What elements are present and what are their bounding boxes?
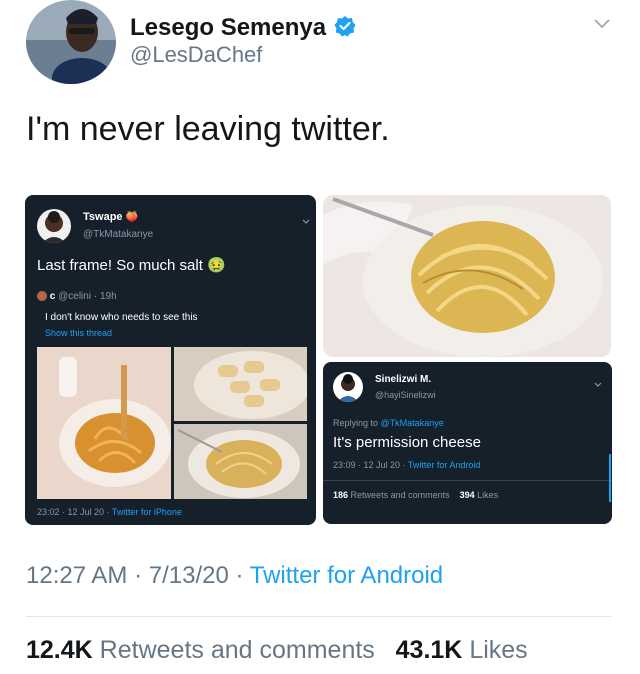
reply-retweets-label[interactable]: Retweets and comments [351,490,450,500]
reply-source[interactable]: Twitter for Android [408,460,481,470]
inner-quote[interactable]: c @celini · 19h [37,291,307,302]
reply-meta: 23:09 · 12 Jul 20 · Twitter for Android [333,460,480,470]
quoted-chevron-icon [301,213,311,231]
retweets-count[interactable]: 12.4K [26,636,93,664]
inner-text: I don't know who needs to see this [45,312,198,323]
reply-chevron-icon [593,376,603,394]
quoted-name-emoji: 🍑 [125,212,139,223]
avatar[interactable] [26,0,116,84]
reply-text: It's permission cheese [333,434,481,451]
quoted-handle: @TkMatakanye [83,229,154,240]
photo-cacio-e-pepe[interactable] [323,195,611,357]
quoted-footer-time: 23:02 · 12 Jul 20 · [37,507,110,517]
quoted-text-row: Last frame! So much salt 🤢 [37,256,226,274]
likes-count[interactable]: 43.1K [396,636,463,664]
replying-to-handle[interactable]: @TkMatakanye [381,418,444,428]
tweet-source[interactable]: Twitter for Android [250,562,443,589]
quoted-name-row: Tswape 🍑 [83,211,138,223]
quoted-text: Last frame! So much salt [37,257,203,274]
quoted-tweet-screenshot-left[interactable]: Tswape 🍑 @TkMatakanye Last frame! So muc… [25,195,316,525]
quoted-tweet-screenshot-right[interactable]: Sinelizwi M. @hayiSinelizwi Replying to … [323,362,612,524]
reply-divider [323,480,612,481]
reply-likes-count: 394 [459,490,475,500]
reply-name: Sinelizwi M. [375,374,432,385]
author-name[interactable]: Lesego Semenya [130,14,326,42]
tweet-meta: 12:27 AM · 7/13/20 · Twitter for Android [26,562,443,590]
verified-badge-icon [334,15,356,42]
reply-retweets-count: 186 [333,490,349,500]
tweet-text: I'm never leaving twitter. [26,110,390,148]
photo-rigatoni[interactable] [174,347,307,421]
photo-cacio-e-pepe-small[interactable] [174,424,307,499]
author-handle[interactable]: @LesDaChef [130,42,262,68]
inner-sep: · [93,291,98,302]
divider [26,616,612,617]
reply-handle: @hayiSinelizwi [375,390,436,400]
meta-sep: · [235,562,244,589]
likes-label[interactable]: Likes [469,636,527,664]
quoted-footer-source[interactable]: Twitter for iPhone [112,507,182,517]
nauseated-face-emoji: 🤢 [207,257,226,274]
tweet-time: 12:27 AM [26,562,128,589]
meta-sep: · [134,562,143,589]
quoted-footer: 23:02 · 12 Jul 20 · Twitter for iPhone [37,507,182,517]
reply-time: 23:09 · 12 Jul 20 · [333,460,406,470]
inner-name: c [49,291,56,302]
reply-avatar [333,372,363,402]
scrollbar[interactable] [609,454,611,502]
author-name-row: Lesego Semenya [130,12,356,44]
tweet-stats: 12.4K Retweets and comments 43.1K Likes [26,636,528,665]
quoted-avatar [37,209,71,243]
reply-likes-label[interactable]: Likes [477,490,498,500]
photo-spaghetti-fork[interactable] [37,347,171,499]
chevron-down-icon[interactable] [592,16,612,32]
replying-to-row: Replying to @TkMatakanye [333,418,444,428]
replying-prefix: Replying to [333,418,379,428]
quoted-name: Tswape [83,211,123,223]
reply-stats: 186 Retweets and comments 394 Likes [333,490,498,500]
inner-handle: @celini [58,291,92,302]
retweets-label[interactable]: Retweets and comments [100,636,375,664]
tweet-date: 7/13/20 [148,562,229,589]
show-thread-link[interactable]: Show this thread [45,328,112,338]
inner-avatar-icon [37,291,47,302]
inner-time: 19h [99,291,117,302]
